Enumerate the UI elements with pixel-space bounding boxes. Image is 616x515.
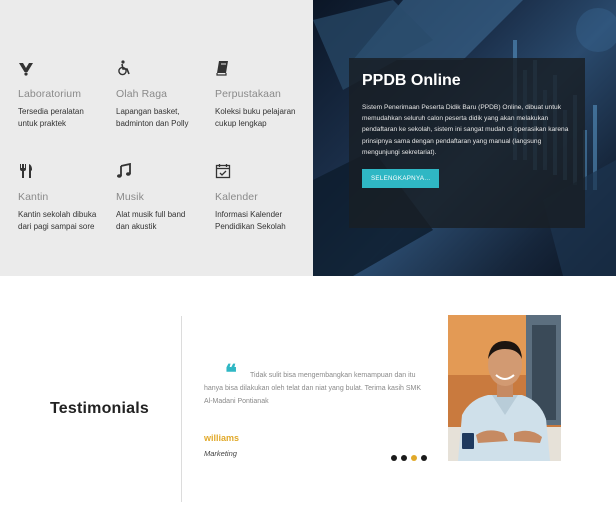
hero-description: Sistem Penerimaan Peserta Didik Baru (PP… bbox=[362, 104, 569, 156]
read-more-button[interactable]: SELENGKAPNYA... bbox=[362, 169, 440, 189]
facility-title: Musik bbox=[116, 191, 144, 203]
facility-kalender: Kalender Informasi Kalender Pendidikan Se… bbox=[215, 163, 310, 233]
carousel-dot[interactable] bbox=[391, 455, 397, 461]
testimonial-author-name: williams bbox=[204, 433, 240, 443]
testimonial-carousel-dots bbox=[391, 455, 427, 461]
music-note-icon bbox=[116, 163, 211, 183]
facility-desc: Kantin sekolah dibuka dari pagi sampai so… bbox=[18, 210, 97, 231]
carousel-dot[interactable] bbox=[411, 455, 417, 461]
facility-desc: Alat musik full band dan akustik bbox=[116, 210, 186, 231]
facility-desc: Tersedia peralatan untuk praktek bbox=[18, 107, 84, 128]
testimonial-photo bbox=[448, 315, 561, 461]
hero-title: PPDB Online bbox=[362, 72, 461, 89]
facility-perpustakaan: Perpustakaan Koleksi buku pelajaran cukup… bbox=[215, 60, 310, 130]
book-icon bbox=[215, 60, 310, 80]
testimonial-quote: Tidak sulit bisa mengembangkan kemampuan… bbox=[204, 372, 422, 405]
facility-title: Kalender bbox=[215, 191, 258, 203]
carousel-dot[interactable] bbox=[421, 455, 427, 461]
carousel-dot[interactable] bbox=[401, 455, 407, 461]
facility-musik: Musik Alat musik full band dan akustik bbox=[116, 163, 211, 233]
facility-laboratorium: Laboratorium Tersedia peralatan untuk pra… bbox=[18, 60, 113, 130]
facility-desc: Informasi Kalender Pendidikan Sekolah bbox=[215, 210, 286, 231]
facility-title: Laboratorium bbox=[18, 88, 82, 100]
testimonial-author-role: Marketing bbox=[204, 449, 237, 458]
facility-title: Perpustakaan bbox=[215, 88, 281, 100]
flask-icon bbox=[18, 60, 113, 80]
facility-kantin: Kantin Kantin sekolah dibuka dari pagi sa… bbox=[18, 163, 113, 233]
facility-title: Kantin bbox=[18, 191, 49, 203]
testimonials-heading: Testimonials bbox=[50, 400, 150, 417]
ppdb-hero-banner: PPDB Online Sistem Penerimaan Peserta Di… bbox=[313, 0, 616, 276]
top-section: Laboratorium Tersedia peralatan untuk pra… bbox=[0, 0, 616, 276]
divider bbox=[181, 316, 182, 502]
wheelchair-icon bbox=[116, 60, 211, 80]
facility-desc: Koleksi buku pelajaran cukup lengkap bbox=[215, 107, 296, 128]
cutlery-icon bbox=[18, 163, 113, 183]
facility-title: Olah Raga bbox=[116, 88, 168, 100]
hero-content-box: PPDB Online Sistem Penerimaan Peserta Di… bbox=[349, 58, 585, 228]
calendar-icon bbox=[215, 163, 310, 183]
facility-olah-raga: Olah Raga Lapangan basket, badminton dan … bbox=[116, 60, 211, 130]
facilities-panel: Laboratorium Tersedia peralatan untuk pra… bbox=[0, 0, 313, 276]
facility-desc: Lapangan basket, badminton dan Polly bbox=[116, 107, 189, 128]
